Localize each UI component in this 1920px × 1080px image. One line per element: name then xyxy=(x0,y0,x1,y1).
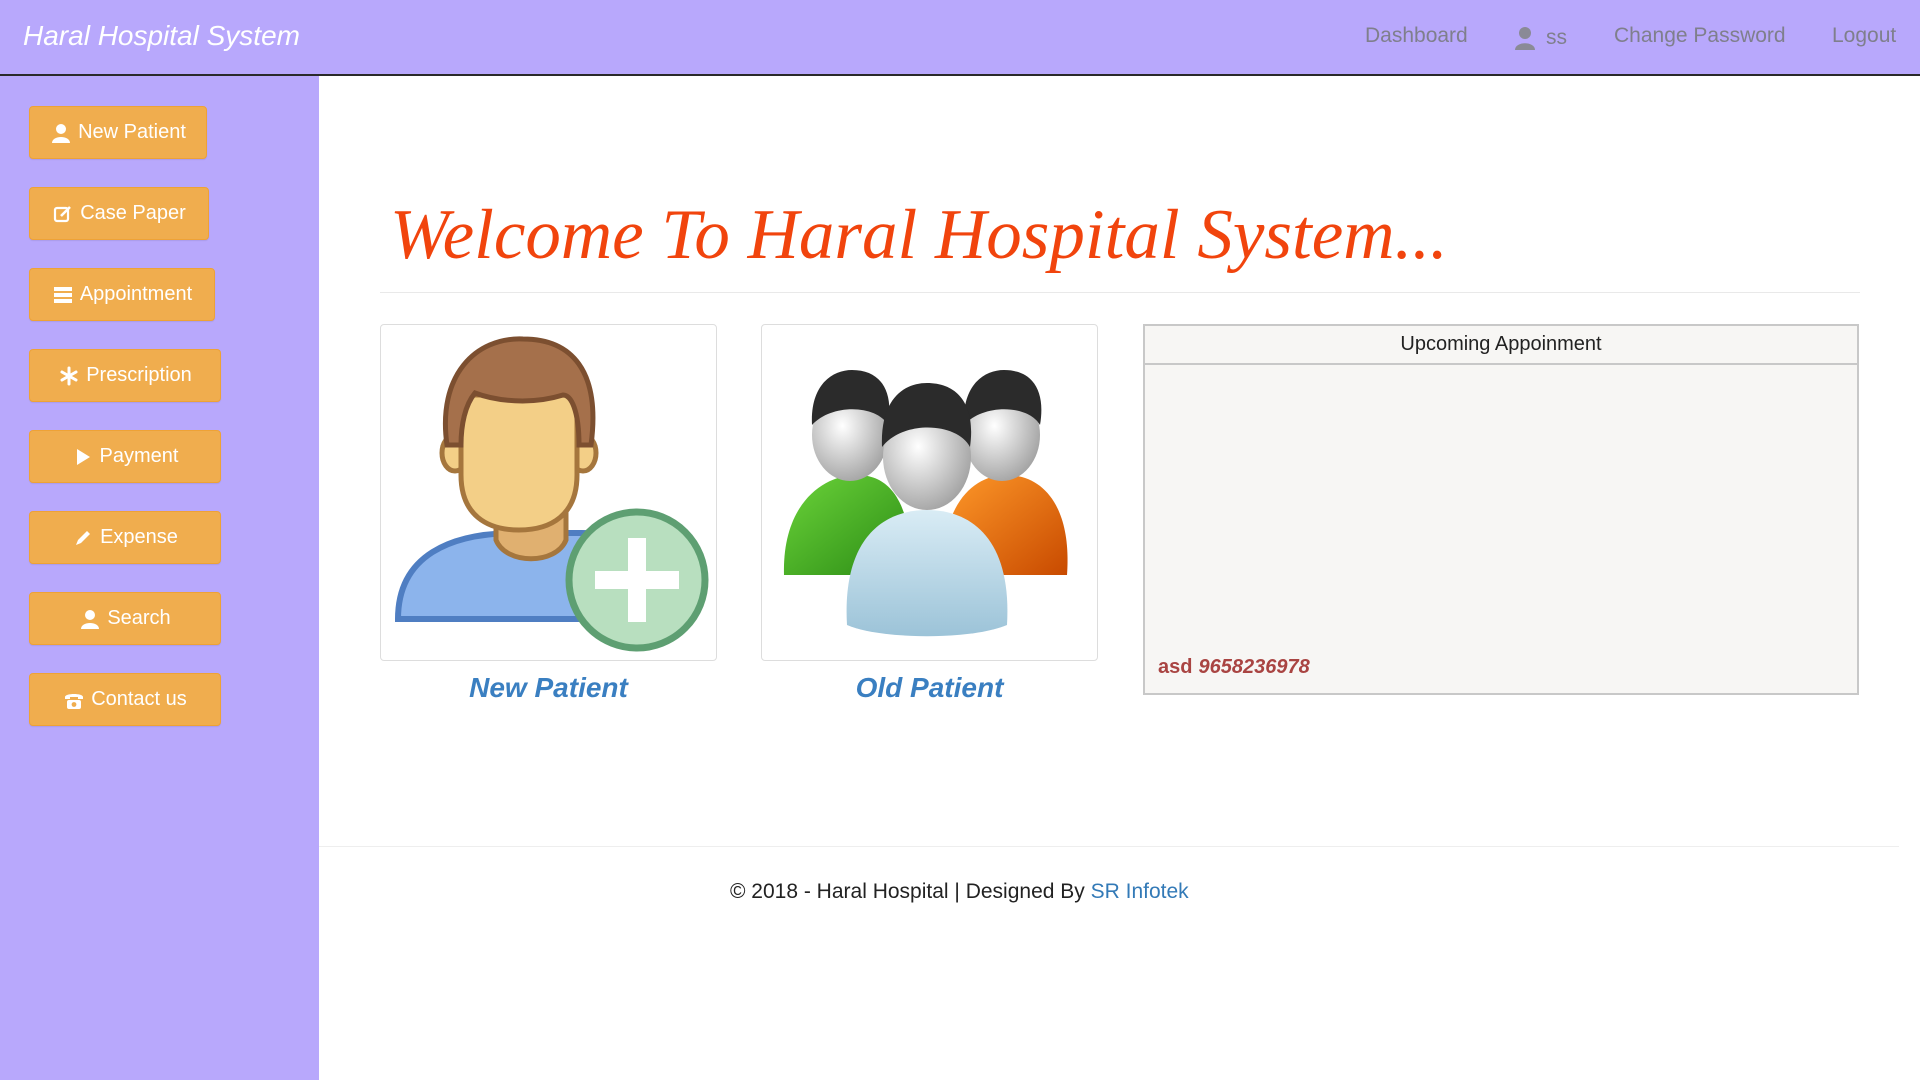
nav-change-password[interactable]: Change Password xyxy=(1614,24,1786,52)
sidebar-item-label: Expense xyxy=(100,526,178,548)
appointment-phone: 9658236978 xyxy=(1198,656,1310,678)
top-navbar: Haral Hospital System Dashboard ss Chang… xyxy=(0,0,1920,76)
old-patient-card[interactable] xyxy=(761,324,1098,661)
divider xyxy=(380,292,1860,293)
brand-title[interactable]: Haral Hospital System xyxy=(23,20,300,52)
nav-user-label: ss xyxy=(1546,26,1567,49)
sidebar-item-contact-us[interactable]: Contact us xyxy=(29,673,221,726)
sidebar: New Patient Case Paper Appointment Presc… xyxy=(0,76,319,1080)
add-patient-icon xyxy=(394,336,709,652)
sidebar-item-appointment[interactable]: Appointment xyxy=(29,268,215,321)
old-patient-link[interactable]: Old Patient xyxy=(761,672,1098,704)
sidebar-item-label: New Patient xyxy=(78,121,186,143)
sidebar-item-label: Contact us xyxy=(91,688,187,710)
list-icon xyxy=(52,284,74,306)
footer: © 2018 - Haral Hospital | Designed By SR… xyxy=(730,880,1189,904)
sidebar-item-prescription[interactable]: Prescription xyxy=(29,349,221,402)
play-icon xyxy=(72,446,94,468)
appointment-name: asd xyxy=(1158,656,1193,678)
nav-user[interactable]: ss xyxy=(1514,24,1567,52)
upcoming-appointment-panel: Upcoming Appoinment asd 9658236978 xyxy=(1143,324,1859,695)
pencil-icon xyxy=(72,527,94,549)
welcome-heading: Welcome To Haral Hospital System... xyxy=(390,196,1448,274)
sidebar-item-expense[interactable]: Expense xyxy=(29,511,221,564)
nav-logout[interactable]: Logout xyxy=(1832,24,1896,52)
sidebar-item-label: Prescription xyxy=(86,364,192,386)
asterisk-icon xyxy=(58,365,80,387)
sidebar-item-label: Search xyxy=(107,607,171,629)
footer-text: © 2018 - Haral Hospital | Designed By xyxy=(730,880,1085,903)
sidebar-item-label: Payment xyxy=(99,445,179,467)
sidebar-item-label: Case Paper xyxy=(80,202,186,224)
new-patient-card[interactable] xyxy=(380,324,717,661)
appointment-item[interactable]: asd 9658236978 xyxy=(1158,656,1310,679)
sidebar-item-case-paper[interactable]: Case Paper xyxy=(29,187,209,240)
patients-group-icon xyxy=(783,370,1068,637)
new-patient-link[interactable]: New Patient xyxy=(380,672,717,704)
user-icon xyxy=(1515,27,1535,50)
edit-icon xyxy=(52,203,74,225)
panel-title: Upcoming Appoinment xyxy=(1145,326,1857,365)
sidebar-item-new-patient[interactable]: New Patient xyxy=(29,106,207,159)
footer-divider xyxy=(319,846,1899,847)
sidebar-item-payment[interactable]: Payment xyxy=(29,430,221,483)
footer-link[interactable]: SR Infotek xyxy=(1091,880,1189,903)
user-icon xyxy=(50,122,72,144)
phone-icon xyxy=(63,689,85,711)
nav-dashboard[interactable]: Dashboard xyxy=(1365,24,1468,52)
user-icon xyxy=(79,608,101,630)
sidebar-item-search[interactable]: Search xyxy=(29,592,221,645)
sidebar-item-label: Appointment xyxy=(79,283,193,305)
